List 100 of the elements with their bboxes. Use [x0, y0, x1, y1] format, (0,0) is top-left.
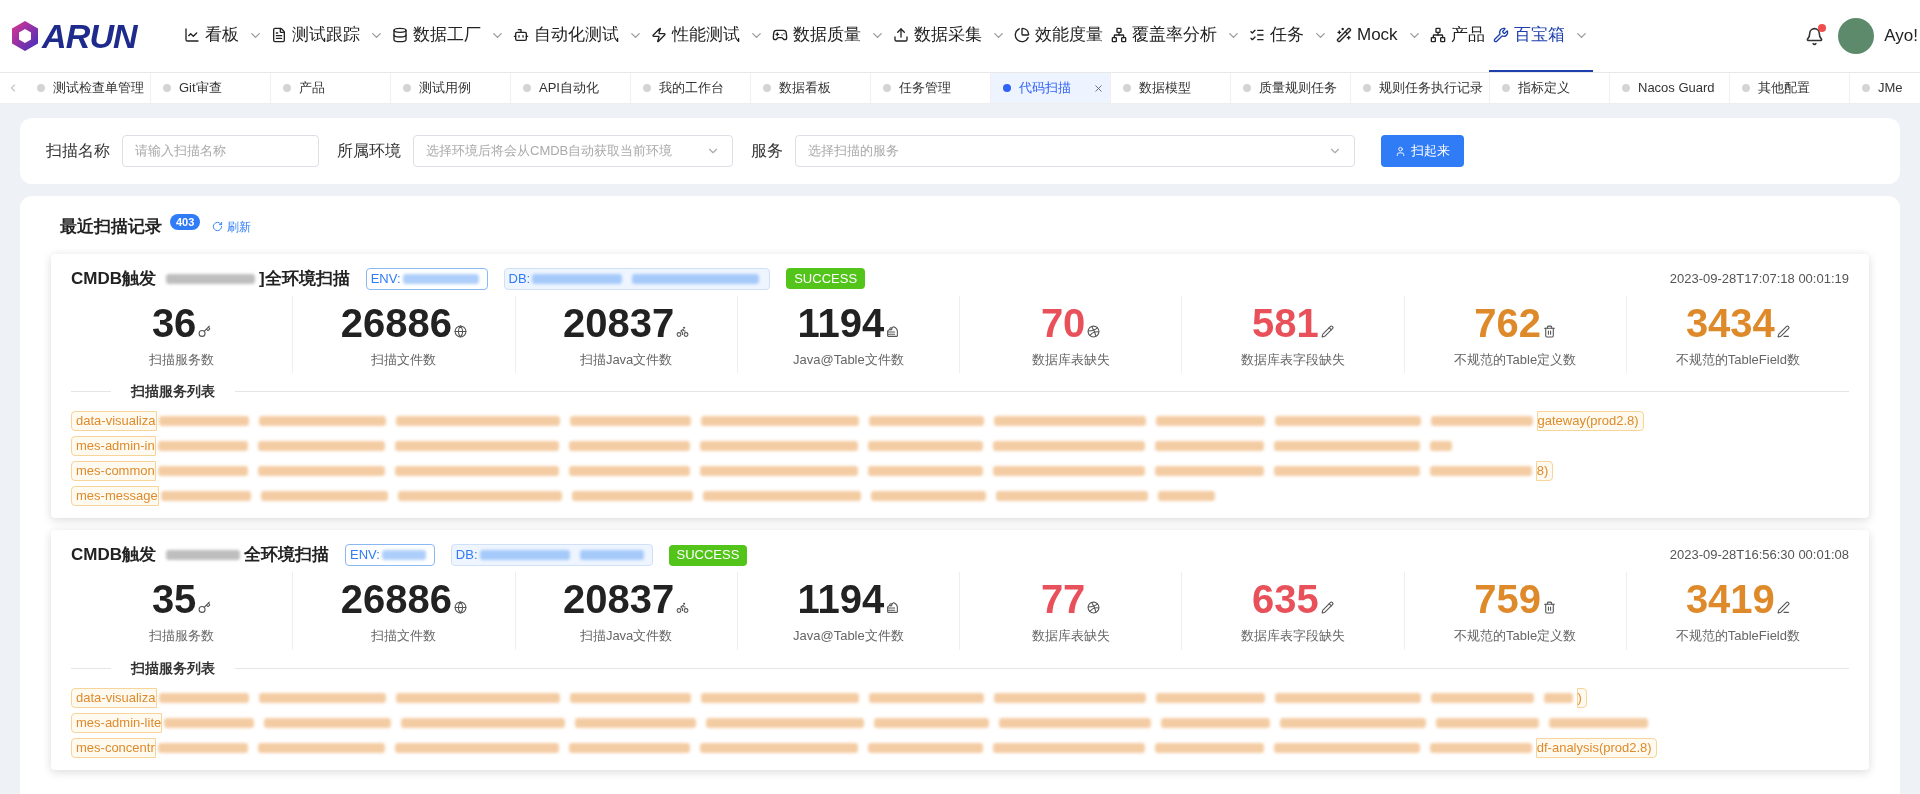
nav-menu-item[interactable]: 产品 [1425, 0, 1489, 72]
field-label: 所属环境 [337, 141, 401, 161]
wand-icon [1336, 27, 1352, 43]
metric-label: 数据库表缺失 [1031, 627, 1110, 645]
metric-label: 扫描服务数 [149, 627, 215, 645]
section-heading: 最近扫描记录 [60, 216, 162, 238]
notification-bell[interactable] [1805, 26, 1825, 46]
pencil-icon [1320, 324, 1334, 338]
page-tab[interactable]: 产品 [271, 73, 391, 103]
metric-value: 581 [1252, 299, 1319, 346]
nav-menu-item[interactable]: 自动化测试 [509, 0, 647, 72]
pencil-icon [1320, 601, 1334, 614]
metric-label: 扫描Java文件数 [579, 350, 673, 369]
service-tag: ) [1576, 687, 1587, 708]
upload-icon [893, 27, 909, 43]
page-tab[interactable]: Git审查 [151, 73, 271, 103]
line-chart-icon [184, 27, 200, 43]
nav-menu-item[interactable]: 数据质量 [768, 0, 889, 72]
metric-label: 扫描文件数 [371, 627, 437, 645]
refresh-icon [212, 221, 224, 233]
page-tab[interactable]: 规则任务执行记录 [1351, 73, 1490, 103]
pen-icon [1776, 324, 1790, 338]
field-label: 扫描名称 [46, 141, 110, 161]
metric-value: 3434 [1685, 299, 1775, 346]
nav-menu-item[interactable]: 数据工厂 [388, 0, 509, 72]
close-icon[interactable] [1093, 82, 1104, 94]
ball-icon [1087, 601, 1101, 614]
nav-menu-item[interactable]: 覆盖率分析 [1107, 0, 1245, 72]
page-tab[interactable]: 指标定义 [1490, 73, 1610, 103]
avatar[interactable] [1838, 18, 1875, 54]
metric-label: 不规范的Table定义数 [1454, 350, 1577, 369]
bicycle-icon [676, 324, 690, 338]
pie-chart-icon [1014, 27, 1030, 43]
service-tag: mes-message [71, 486, 159, 506]
nav-menu-item[interactable]: 测试跟踪 [267, 0, 388, 72]
metric-value: 20837 [563, 576, 675, 622]
metric-label: 数据库表字段缺失 [1240, 627, 1345, 645]
metric-label: 不规范的TableField数 [1675, 627, 1800, 645]
refresh-link[interactable]: 刷新 [212, 217, 252, 236]
page-tab[interactable]: JMe [1850, 73, 1920, 103]
cake-icon [886, 324, 900, 338]
db-tag: DB: [503, 267, 771, 290]
trash-icon [1543, 324, 1556, 338]
metric-value: 36 [151, 299, 197, 346]
service-tag: data-visualiza [71, 411, 157, 431]
metric-label: Java@Table文件数 [793, 627, 904, 645]
metric-value: 635 [1252, 576, 1319, 622]
service-tag: gateway(prod2.8) [1536, 411, 1644, 431]
metric-value: 759 [1474, 576, 1541, 622]
lightning-icon [651, 27, 667, 43]
field-label: 服务 [751, 141, 783, 161]
robot-icon [513, 27, 529, 43]
service-tag: df-analysis(prod2.8) [1535, 737, 1657, 758]
nav-menu-item[interactable]: 任务 [1245, 0, 1332, 72]
env-tag: ENV: [365, 267, 488, 290]
page-tab[interactable]: Nacos Guard [1610, 73, 1730, 103]
page-tab[interactable]: 代码扫描 [991, 73, 1111, 103]
count-badge: 403 [170, 213, 201, 230]
nav-menu-item[interactable]: 看板 [180, 0, 267, 72]
scan-button[interactable]: 扫起来 [1381, 135, 1464, 167]
record-title: CMDB触发 [71, 544, 156, 567]
record-timestamp: 2023-09-28T16:56:30 00:01:08 [1669, 546, 1849, 565]
metric-value: 20837 [563, 299, 675, 346]
metric-label: 数据库表字段缺失 [1240, 350, 1345, 369]
record-title: 全环境扫描 [244, 544, 329, 567]
key-icon [198, 601, 212, 614]
network-icon [1111, 27, 1127, 43]
gamepad-icon [772, 27, 788, 43]
globe-icon [454, 601, 467, 614]
metric-value: 762 [1474, 299, 1541, 346]
user-name[interactable]: Ayo! [1884, 23, 1920, 49]
page-tab[interactable]: 我的工作台 [631, 73, 751, 103]
page-tab[interactable]: 数据看板 [751, 73, 871, 103]
section-title: 扫描服务列表 [129, 382, 216, 401]
page-tab[interactable]: API自动化 [511, 73, 631, 103]
nav-menu-item[interactable]: 数据采集 [889, 0, 1010, 72]
document-icon [271, 27, 287, 43]
database-icon [392, 27, 408, 43]
page-tab[interactable]: 测试检查单管理 [25, 73, 151, 103]
metric-value: 26886 [340, 299, 452, 346]
service-tag: mes-common [71, 461, 156, 481]
status-badge: SUCCESS [668, 544, 748, 566]
nav-menu-item[interactable]: 性能测试 [647, 0, 768, 72]
metric-value: 77 [1040, 576, 1086, 622]
page-tab[interactable]: 其他配置 [1730, 73, 1850, 103]
env-tag: ENV: [345, 544, 435, 566]
page-tab[interactable]: 数据模型 [1111, 73, 1231, 103]
metric-value: 26886 [340, 576, 452, 622]
service-tag: 8) [1535, 461, 1554, 481]
metric-label: 数据库表缺失 [1031, 350, 1110, 369]
nav-menu-item[interactable]: 效能度量 [1010, 0, 1107, 72]
tools-icon [1492, 27, 1509, 43]
key-icon [198, 324, 212, 338]
service-tag: mes-concentr [71, 737, 156, 758]
pen-icon [1776, 601, 1790, 614]
page-tab[interactable]: 质量规则任务 [1231, 73, 1351, 103]
checklist-icon [1249, 27, 1265, 43]
nav-menu-item[interactable]: Mock [1332, 0, 1426, 72]
bicycle-icon [676, 601, 690, 614]
page-tab[interactable]: 测试用例 [391, 73, 511, 103]
